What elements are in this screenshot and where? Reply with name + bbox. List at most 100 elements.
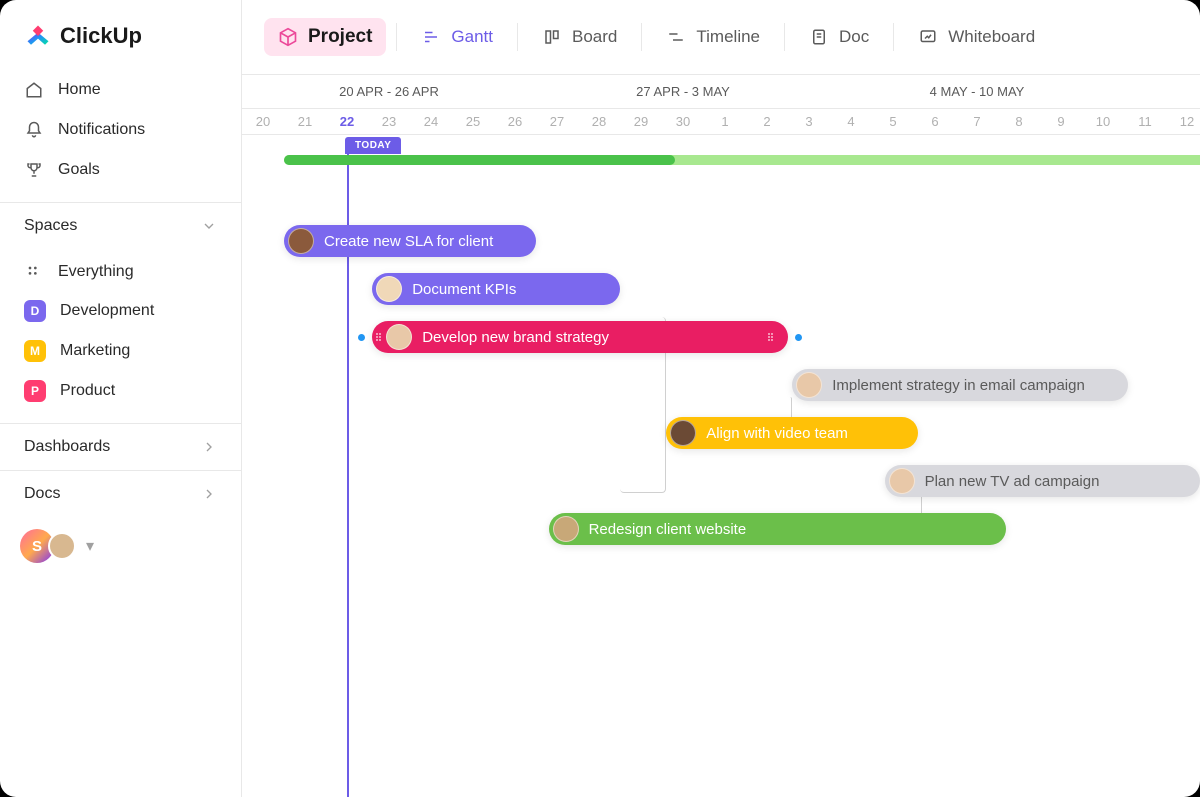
caret-down-icon: ▾ <box>86 536 94 556</box>
view-timeline[interactable]: Timeline <box>652 19 774 55</box>
task-label: Redesign client website <box>589 521 747 538</box>
nav-label: Goals <box>58 161 100 179</box>
avatar <box>889 468 915 494</box>
brand-logo[interactable]: ClickUp <box>0 0 241 70</box>
task-bar[interactable]: Align with video team <box>666 417 918 449</box>
view-whiteboard[interactable]: Whiteboard <box>904 19 1049 55</box>
task-bar[interactable]: Create new SLA for client <box>284 225 536 257</box>
avatar <box>553 516 579 542</box>
separator <box>396 23 397 51</box>
separator <box>893 23 894 51</box>
trophy-icon <box>24 160 44 180</box>
chevron-right-icon <box>201 486 217 502</box>
task-bar[interactable]: Redesign client website <box>549 513 1007 545</box>
view-toolbar: Project Gantt Board Timeline Doc Whiteboard <box>242 0 1200 74</box>
board-icon <box>542 27 562 47</box>
dependency-dot[interactable] <box>795 334 802 341</box>
day-cell: 21 <box>284 109 326 134</box>
avatar <box>796 372 822 398</box>
task-bar[interactable]: Document KPIs <box>372 273 620 305</box>
timeline-icon <box>666 27 686 47</box>
view-board[interactable]: Board <box>528 19 631 55</box>
avatar <box>386 324 412 350</box>
space-label: Marketing <box>60 342 130 360</box>
section-label: Docs <box>24 485 60 503</box>
doc-icon <box>809 27 829 47</box>
day-cell: 2 <box>746 109 788 134</box>
space-item-development[interactable]: DDevelopment <box>12 291 229 331</box>
view-label: Timeline <box>696 27 760 47</box>
day-cell: 22 <box>326 109 368 134</box>
separator <box>517 23 518 51</box>
view-label: Project <box>308 26 372 48</box>
section-dashboards[interactable]: Dashboards <box>0 423 241 470</box>
day-cell: 9 <box>1040 109 1082 134</box>
space-item-marketing[interactable]: M Marketing <box>12 331 229 371</box>
chevron-right-icon <box>201 439 217 455</box>
day-cell: 8 <box>998 109 1040 134</box>
cube-icon <box>278 27 298 47</box>
bell-icon <box>24 120 44 140</box>
logo-icon <box>24 22 52 50</box>
drag-handle-icon[interactable] <box>376 333 382 341</box>
day-cell: 12 <box>1166 109 1200 134</box>
space-everything[interactable]: Everything <box>12 253 229 291</box>
task-row: Align with video team <box>242 417 1200 465</box>
task-label: Document KPIs <box>412 281 516 298</box>
avatar <box>288 228 314 254</box>
day-cell: 24 <box>410 109 452 134</box>
nav-main: Home Notifications Goals <box>0 70 241 202</box>
space-badge: M <box>24 340 46 362</box>
drag-handle-icon[interactable] <box>768 333 774 341</box>
space-label: Everything <box>58 263 134 281</box>
project-button[interactable]: Project <box>264 18 386 56</box>
progress-fill <box>284 155 675 165</box>
task-label: Develop new brand strategy <box>422 329 609 346</box>
day-cell: 11 <box>1124 109 1166 134</box>
view-label: Board <box>572 27 617 47</box>
day-cell: 23 <box>368 109 410 134</box>
dependency-dot[interactable] <box>358 334 365 341</box>
chevron-down-icon <box>201 218 217 234</box>
view-label: Doc <box>839 27 869 47</box>
separator <box>784 23 785 51</box>
weeks-header: 20 APR - 26 APR27 APR - 3 MAY4 MAY - 10 … <box>242 75 1200 109</box>
task-bar[interactable]: Develop new brand strategy <box>372 321 788 353</box>
spaces-list: Everything DDevelopment M Marketing PProduc… <box>0 249 241 423</box>
day-cell: 27 <box>536 109 578 134</box>
task-row: Implement strategy in email campaign <box>242 369 1200 417</box>
space-badge: P <box>24 380 46 402</box>
day-cell: 25 <box>452 109 494 134</box>
days-header: 2021222324252627282930123456789101112 <box>242 109 1200 135</box>
section-spaces[interactable]: Spaces <box>0 202 241 249</box>
avatar <box>376 276 402 302</box>
task-label: Implement strategy in email campaign <box>832 377 1085 394</box>
nav-label: Notifications <box>58 121 145 139</box>
nav-notifications[interactable]: Notifications <box>12 110 229 150</box>
task-row: Redesign client website <box>242 513 1200 561</box>
view-label: Whiteboard <box>948 27 1035 47</box>
space-item-product[interactable]: PProduct <box>12 371 229 411</box>
view-gantt[interactable]: Gantt <box>407 19 507 55</box>
avatar <box>670 420 696 446</box>
task-label: Align with video team <box>706 425 848 442</box>
task-bar[interactable]: Plan new TV ad campaign <box>885 465 1200 497</box>
nav-home[interactable]: Home <box>12 70 229 110</box>
day-cell: 5 <box>872 109 914 134</box>
home-icon <box>24 80 44 100</box>
sidebar: ClickUp Home Notifications Goals Spaces <box>0 0 242 797</box>
task-row: Document KPIs <box>242 273 1200 321</box>
user-switcher[interactable]: S ▾ <box>0 517 241 575</box>
whiteboard-icon <box>918 27 938 47</box>
view-doc[interactable]: Doc <box>795 19 883 55</box>
task-label: Create new SLA for client <box>324 233 493 250</box>
day-cell: 3 <box>788 109 830 134</box>
task-label: Plan new TV ad campaign <box>925 473 1100 490</box>
avatar <box>48 532 76 560</box>
task-bars: Create new SLA for client Document KPIs De… <box>242 225 1200 561</box>
task-bar[interactable]: Implement strategy in email campaign <box>792 369 1128 401</box>
week-header: 27 APR - 3 MAY <box>536 75 830 108</box>
week-header: 20 APR - 26 APR <box>242 75 536 108</box>
nav-goals[interactable]: Goals <box>12 150 229 190</box>
section-docs[interactable]: Docs <box>0 470 241 517</box>
